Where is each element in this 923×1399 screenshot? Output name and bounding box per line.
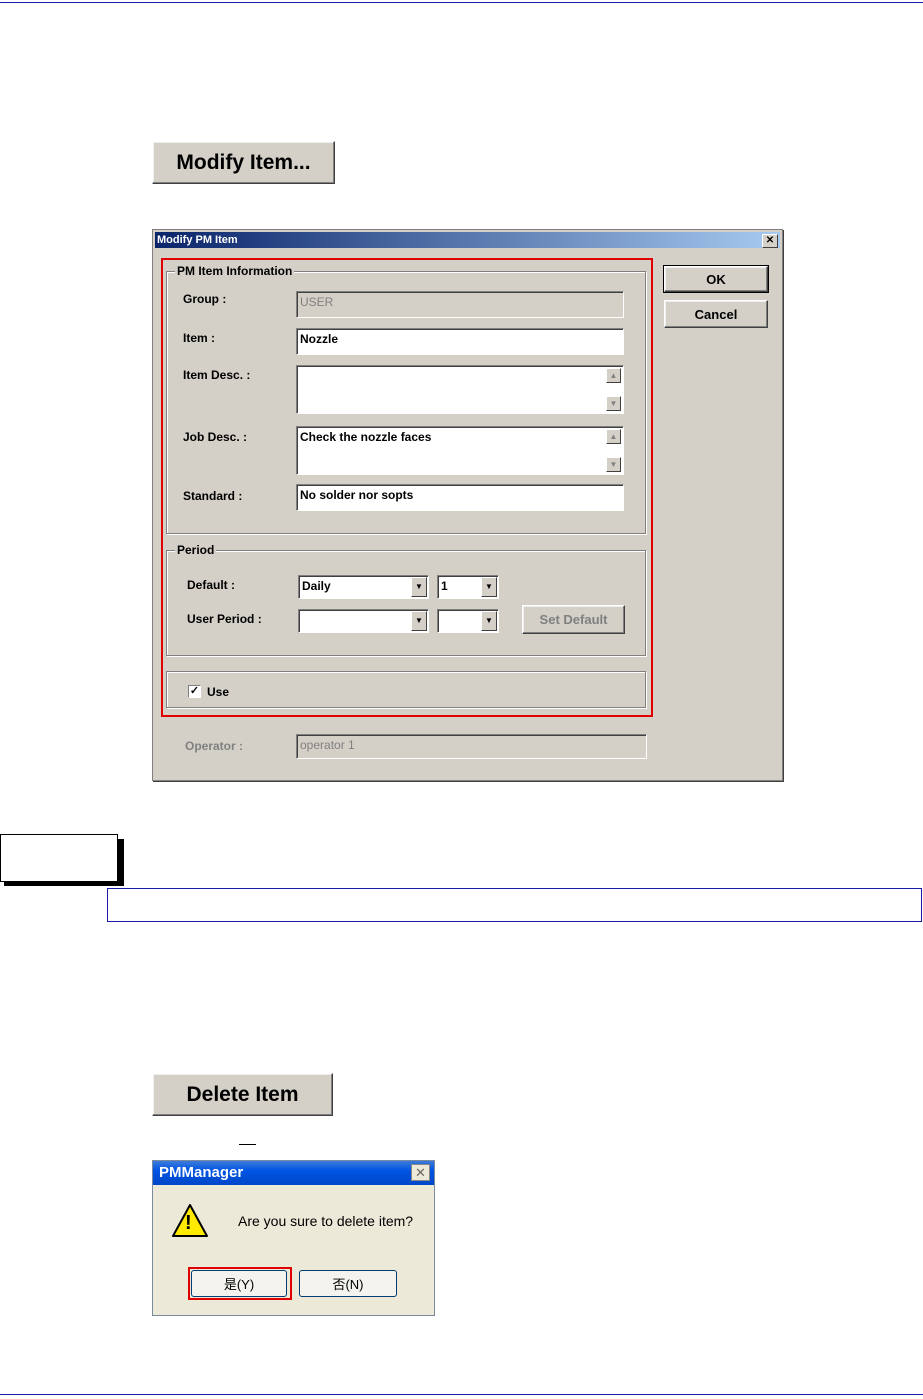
ok-button[interactable]: OK — [663, 265, 769, 293]
confirm-titlebar: PMManager — [153, 1161, 434, 1185]
no-label: 否(N) — [332, 1277, 364, 1292]
highlight-box — [161, 258, 653, 717]
delete-item-button[interactable]: Delete Item — [152, 1073, 333, 1116]
yes-highlight-box — [188, 1267, 292, 1300]
modify-pm-item-dialog: Modify PM Item ✕ PM Item Information Gro… — [152, 229, 783, 781]
no-button[interactable]: 否(N) — [299, 1270, 397, 1297]
pmmanager-confirm-dialog: PMManager ✕ ! Are you sure to delete ite… — [152, 1160, 435, 1316]
underline-mark — [239, 1144, 256, 1145]
bottom-rule — [0, 1394, 923, 1395]
note-bar — [107, 888, 922, 922]
cancel-button[interactable]: Cancel — [664, 300, 768, 328]
cancel-label: Cancel — [694, 306, 738, 322]
confirm-title: PMManager — [159, 1164, 244, 1181]
dialog-titlebar: Modify PM Item ✕ — [155, 232, 780, 248]
delete-item-label: Delete Item — [186, 1082, 299, 1106]
dialog-title: Modify PM Item — [157, 234, 238, 246]
section-box — [0, 834, 118, 882]
operator-field: operator 1 — [296, 734, 647, 759]
modify-item-label: Modify Item... — [176, 150, 311, 174]
confirm-message: Are you sure to delete item? — [238, 1213, 414, 1229]
warning-mark: ! — [185, 1212, 192, 1234]
ok-label: OK — [706, 271, 726, 287]
close-icon[interactable]: ✕ — [762, 234, 778, 248]
close-icon[interactable]: ✕ — [411, 1164, 430, 1181]
top-rule — [0, 2, 923, 3]
modify-item-button[interactable]: Modify Item... — [152, 141, 335, 184]
operator-label: Operator : — [185, 739, 244, 753]
